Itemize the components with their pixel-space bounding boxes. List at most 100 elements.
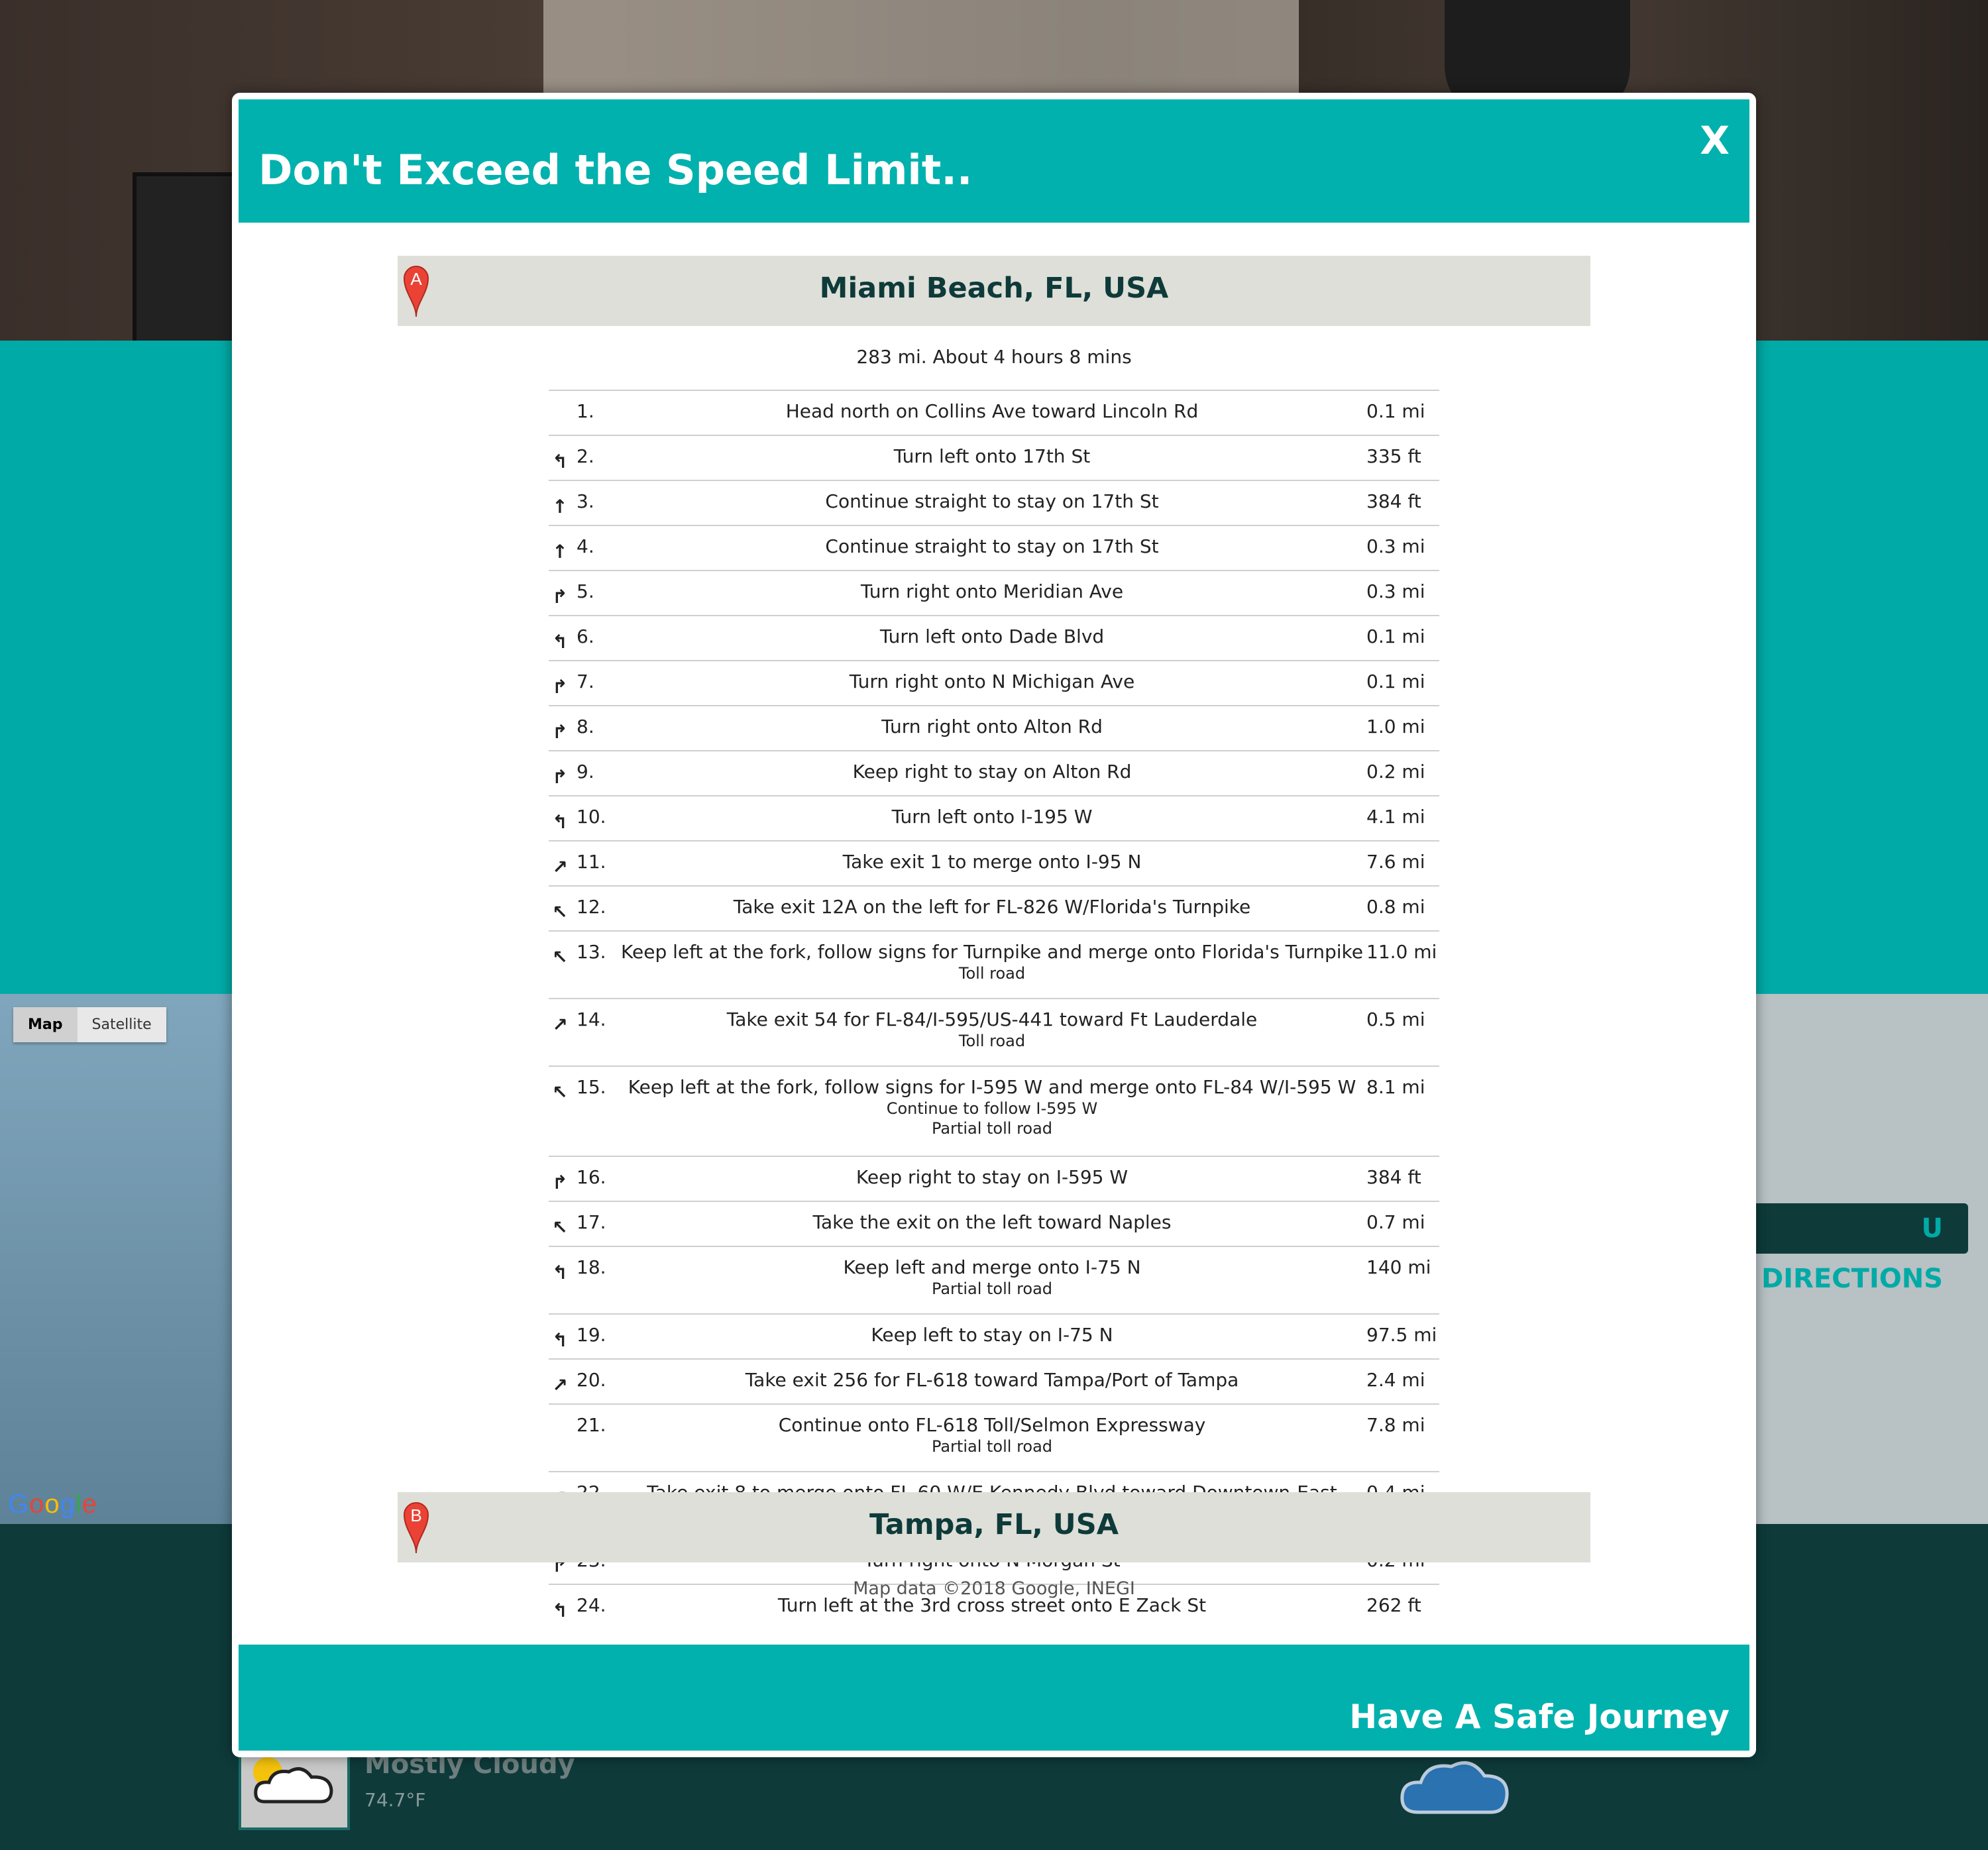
step-number: 7.: [571, 660, 618, 706]
step-instruction-text: Turn left onto I-195 W: [891, 806, 1093, 828]
step-instruction-text: Continue onto FL-618 Toll/Selmon Express…: [778, 1414, 1206, 1436]
directions-button[interactable]: U DIRECTIONS: [1743, 1203, 1968, 1294]
turn-right-icon: ↱: [549, 570, 571, 616]
turn-right-icon: ↱: [549, 1156, 571, 1201]
step-distance-text: 97.5 mi: [1366, 1324, 1437, 1346]
step-number: 17.: [571, 1201, 618, 1246]
step-note: Continue to follow I-595 W: [886, 1099, 1098, 1118]
step-instruction-text: Keep left at the fork, follow signs for …: [628, 1076, 1356, 1098]
step-number-text: 21.: [577, 1414, 606, 1436]
step-number-text: 13.: [577, 941, 606, 963]
step-distance-text: 0.2 mi: [1366, 761, 1425, 783]
step-distance: 8.1 mi: [1366, 1065, 1439, 1156]
direction-step-row: ↰ 19. Keep left to stay on I-75 N 97.5 mi: [549, 1313, 1439, 1359]
turn-right-icon: ↱: [549, 705, 571, 751]
step-number: 19.: [571, 1313, 618, 1359]
step-number: 3.: [571, 480, 618, 525]
direction-step-row: ↱ 5. Turn right onto Meridian Ave 0.3 mi: [549, 570, 1439, 616]
step-number-text: 14.: [577, 1008, 606, 1030]
step-distance: 384 ft: [1366, 1156, 1439, 1201]
turn-right-icon: ↱: [549, 660, 571, 706]
cloud-icon: [1398, 1749, 1511, 1818]
direction-step-row: ↰ 18. Keep left and merge onto I-75 N Parti…: [549, 1246, 1439, 1314]
step-distance-text: 335 ft: [1366, 445, 1421, 467]
step-distance: 140 mi: [1366, 1246, 1439, 1314]
close-button[interactable]: X: [1700, 118, 1730, 163]
step-instruction: Keep left at the fork, follow signs for …: [618, 930, 1366, 999]
map-type-satellite-button[interactable]: Satellite: [77, 1007, 166, 1042]
step-number: 9.: [571, 750, 618, 796]
footer-message: Have A Safe Journey: [1349, 1698, 1730, 1736]
destination-header: B Tampa, FL, USA: [398, 1492, 1590, 1562]
direction-step-row: ↖ 12. Take exit 12A on the left for FL-826…: [549, 885, 1439, 931]
step-instruction: Take exit 256 for FL-618 toward Tampa/Po…: [618, 1358, 1366, 1404]
step-distance-text: 0.7 mi: [1366, 1211, 1425, 1233]
step-number: 8.: [571, 705, 618, 751]
step-number: 1.: [571, 390, 618, 435]
step-distance: 0.3 mi: [1366, 570, 1439, 616]
step-distance-text: 140 mi: [1366, 1256, 1431, 1278]
step-distance: 0.7 mi: [1366, 1201, 1439, 1246]
direction-step-row: ↑ 3. Continue straight to stay on 17th St 3…: [549, 480, 1439, 525]
step-number-text: 9.: [577, 761, 594, 783]
step-distance: 0.5 mi: [1366, 998, 1439, 1066]
origin-header: A Miami Beach, FL, USA: [398, 256, 1590, 326]
step-distance-text: 0.1 mi: [1366, 671, 1425, 692]
partly-cloudy-icon: [253, 1757, 333, 1804]
direction-step-row: ↰ 6. Turn left onto Dade Blvd 0.1 mi: [549, 615, 1439, 661]
step-distance: 0.1 mi: [1366, 390, 1439, 435]
google-logo: Google: [8, 1490, 98, 1519]
step-instruction-text: Keep left at the fork, follow signs for …: [621, 941, 1363, 963]
step-distance: 335 ft: [1366, 435, 1439, 480]
step-number-text: 3.: [577, 490, 594, 512]
direction-step-row: 1. Head north on Collins Ave toward Linco…: [549, 390, 1439, 435]
step-number: 11.: [571, 840, 618, 886]
step-number: 6.: [571, 615, 618, 661]
step-instruction-text: Keep left to stay on I-75 N: [871, 1324, 1113, 1346]
step-number-text: 15.: [577, 1076, 606, 1098]
turn-left-icon: ↰: [549, 1313, 571, 1359]
hero-map-paper: [543, 0, 1299, 93]
map-type-map-button[interactable]: Map: [13, 1007, 78, 1042]
step-instruction: Keep right to stay on Alton Rd: [618, 750, 1366, 796]
modal-header: Don't Exceed the Speed Limit.. X: [239, 99, 1749, 223]
step-instruction-text: Turn left onto 17th St: [893, 445, 1091, 467]
direction-step-row: ↖ 17. Take the exit on the left toward Nap…: [549, 1201, 1439, 1246]
step-number-text: 18.: [577, 1256, 606, 1278]
step-number: 12.: [571, 885, 618, 931]
step-distance-text: 0.1 mi: [1366, 400, 1425, 422]
step-instruction-text: Take exit 12A on the left for FL-826 W/F…: [733, 896, 1251, 918]
step-number: 15.: [571, 1065, 618, 1156]
step-distance: 0.8 mi: [1366, 885, 1439, 931]
step-note: Toll road: [958, 964, 1026, 983]
step-instruction: Keep left and merge onto I-75 N Partial t…: [618, 1246, 1366, 1314]
destination-name: Tampa, FL, USA: [869, 1508, 1119, 1541]
step-note: Partial toll road: [931, 1119, 1053, 1138]
step-instruction: Head north on Collins Ave toward Lincoln…: [618, 390, 1366, 435]
step-instruction: Turn left onto Dade Blvd: [618, 615, 1366, 661]
step-instruction-text: Keep left and merge onto I-75 N: [843, 1256, 1141, 1278]
direction-step-row: 21. Continue onto FL-618 Toll/Selmon Expr…: [549, 1403, 1439, 1472]
step-number-text: 6.: [577, 626, 594, 647]
step-distance: 1.0 mi: [1366, 705, 1439, 751]
step-instruction-text: Head north on Collins Ave toward Lincoln…: [785, 400, 1199, 422]
directions-table: 1. Head north on Collins Ave toward Linco…: [549, 390, 1439, 1629]
step-instruction: Keep left to stay on I-75 N: [618, 1313, 1366, 1359]
step-distance: 97.5 mi: [1366, 1313, 1439, 1359]
step-number-text: 17.: [577, 1211, 606, 1233]
step-instruction-text: Turn right onto Alton Rd: [881, 716, 1103, 737]
step-instruction: Turn left onto 17th St: [618, 435, 1366, 480]
step-distance-text: 384 ft: [1366, 490, 1421, 512]
direction-step-row: ↗ 14. Take exit 54 for FL-84/I-595/US-441 …: [549, 998, 1439, 1066]
step-number-text: 19.: [577, 1324, 606, 1346]
step-distance-text: 11.0 mi: [1366, 941, 1437, 963]
step-instruction-text: Take exit 54 for FL-84/I-595/US-441 towa…: [726, 1008, 1258, 1030]
direction-step-row: ↗ 11. Take exit 1 to merge onto I-95 N 7.6 …: [549, 840, 1439, 886]
step-distance: 0.2 mi: [1366, 750, 1439, 796]
step-note: Toll road: [958, 1032, 1026, 1050]
step-number-text: 16.: [577, 1166, 606, 1188]
turn-left-icon: ↰: [549, 795, 571, 841]
step-number: 14.: [571, 998, 618, 1066]
step-number: 4.: [571, 525, 618, 571]
direction-step-row: ↗ 20. Take exit 256 for FL-618 toward Tamp…: [549, 1358, 1439, 1404]
